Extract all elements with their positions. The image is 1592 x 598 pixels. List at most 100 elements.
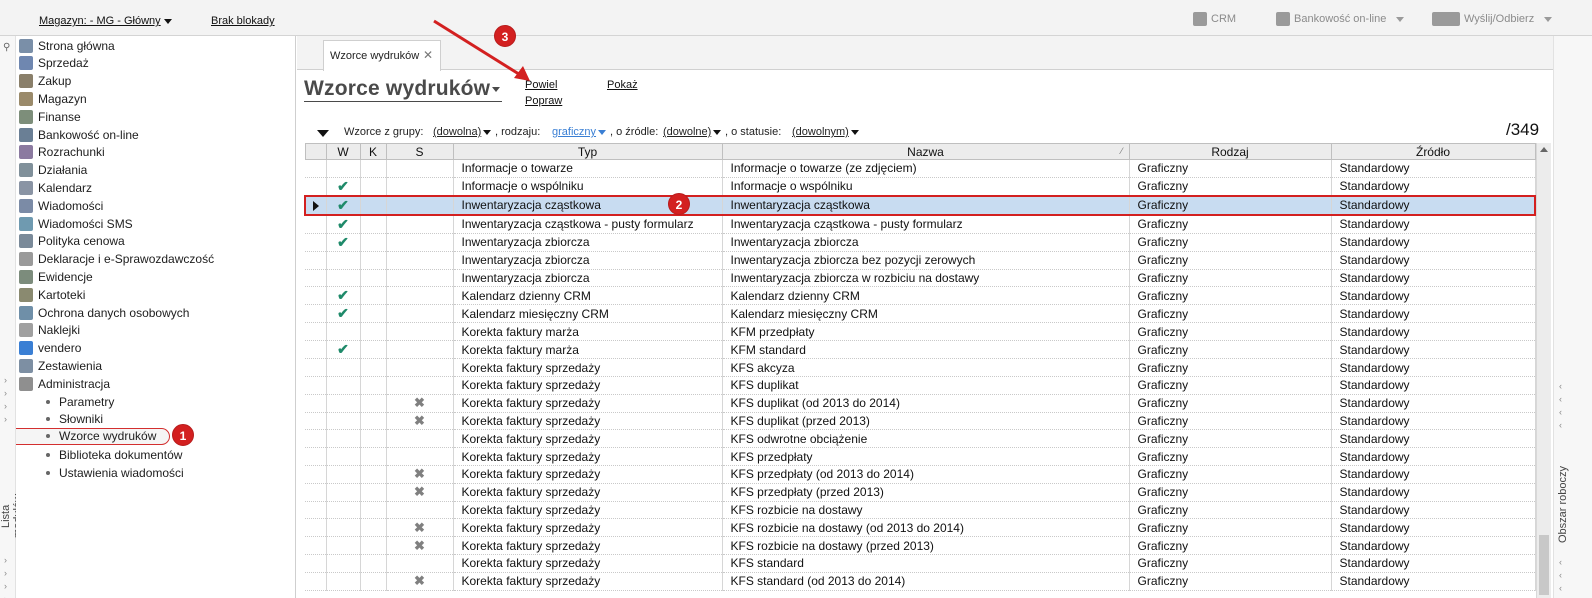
cell-s[interactable] [386, 501, 454, 520]
cell-rodzaj[interactable]: Graficzny [1129, 376, 1332, 395]
cell-typ[interactable]: Korekta faktury marża [453, 322, 723, 342]
sidebar-module-item[interactable]: Administracja [19, 375, 110, 392]
sidebar-module-item[interactable]: Naklejki [19, 322, 80, 339]
sidebar-item-print-templates[interactable]: Wzorce wydruków [16, 427, 170, 445]
cell-zrodlo[interactable]: Standardowy [1331, 358, 1536, 377]
table-row[interactable]: Korekta faktury sprzedaży KFS akcyza Grafi… [305, 358, 1536, 377]
expand-arrows[interactable]: ›››› [4, 374, 7, 426]
banking-button[interactable]: Bankowość on-line [1276, 12, 1405, 26]
cell-w[interactable] [326, 358, 361, 377]
column-header-nazwa[interactable]: Nazwa ⁄ [721, 143, 1130, 160]
cell-typ[interactable]: Korekta faktury sprzedaży [453, 358, 723, 377]
cell-k[interactable] [360, 177, 387, 197]
table-row[interactable]: ✖ Korekta faktury sprzedaży KFS standard (… [305, 572, 1536, 591]
table-row[interactable]: Korekta faktury sprzedaży KFS rozbicie na… [305, 501, 1536, 520]
cell-k[interactable] [360, 483, 387, 502]
crm-button[interactable]: CRM [1193, 12, 1236, 26]
table-row[interactable]: Korekta faktury sprzedaży KFS duplikat Gra… [305, 376, 1536, 395]
sidebar-sub-item[interactable]: Słowniki [46, 411, 103, 428]
cell-k[interactable] [360, 233, 387, 252]
sidebar-module-item[interactable]: Bankowość on-line [19, 126, 139, 143]
cell-k[interactable] [360, 412, 387, 431]
cell-k[interactable] [360, 394, 387, 413]
table-row[interactable]: ✔ Korekta faktury marża KFM standard Grafic… [305, 340, 1536, 360]
cell-k[interactable] [360, 554, 387, 573]
cell-nazwa[interactable]: KFS rozbicie na dostawy (przed 2013) [722, 536, 1130, 555]
cell-rodzaj[interactable]: Graficzny [1129, 358, 1332, 377]
cell-s[interactable] [386, 358, 454, 377]
sidebar-module-item[interactable]: Polityka cenowa [19, 233, 125, 250]
cell-w[interactable] [326, 322, 361, 342]
sidebar-module-item[interactable]: Strona główna [19, 37, 115, 54]
cell-typ[interactable]: Inwentaryzacja zbiorcza [453, 233, 723, 252]
show-button[interactable]: Pokaż [607, 79, 638, 91]
cell-w[interactable]: ✔ [326, 214, 361, 234]
cell-k[interactable] [360, 376, 387, 395]
cell-rodzaj[interactable]: Graficzny [1129, 518, 1332, 538]
table-row[interactable]: ✔ Kalendarz dzienny CRM Kalendarz dzienny … [305, 286, 1536, 306]
cell-typ[interactable]: Korekta faktury sprzedaży [453, 483, 723, 502]
cell-w[interactable] [326, 465, 361, 484]
cell-w[interactable] [326, 518, 361, 538]
cell-s[interactable]: ✖ [386, 394, 454, 413]
cell-s[interactable]: ✖ [386, 536, 454, 555]
cell-rodzaj[interactable]: Graficzny [1129, 269, 1332, 288]
cell-zrodlo[interactable]: Standardowy [1331, 518, 1536, 538]
sidebar-module-item[interactable]: Zakup [19, 73, 71, 90]
cell-k[interactable] [360, 340, 387, 360]
group-filter-dropdown[interactable]: (dowolna) [433, 126, 492, 138]
cell-typ[interactable]: Inwentaryzacja zbiorcza [453, 251, 723, 270]
cell-s[interactable]: ✖ [386, 465, 454, 484]
cell-nazwa[interactable]: Kalendarz dzienny CRM [722, 286, 1130, 306]
cell-zrodlo[interactable]: Standardowy [1331, 447, 1536, 466]
cell-nazwa[interactable]: Inwentaryzacja zbiorcza [722, 233, 1130, 252]
cell-w[interactable] [326, 447, 361, 466]
cell-zrodlo[interactable]: Standardowy [1331, 322, 1536, 342]
cell-w[interactable] [326, 412, 361, 431]
cell-zrodlo[interactable]: Standardowy [1331, 465, 1536, 484]
sidebar-module-item[interactable]: Finanse [19, 108, 81, 125]
cell-w[interactable] [326, 429, 361, 449]
cell-nazwa[interactable]: Informacje o towarze (ze zdjęciem) [722, 159, 1130, 178]
sidebar-module-item[interactable]: Wiadomości [19, 197, 103, 214]
cell-typ[interactable]: Korekta faktury sprzedaży [453, 536, 723, 555]
cell-rodzaj[interactable]: Graficzny [1129, 501, 1332, 520]
cell-w[interactable] [326, 159, 361, 178]
cell-w[interactable] [326, 483, 361, 502]
table-row[interactable]: Inwentaryzacja zbiorcza Inwentaryzacja zb… [305, 251, 1536, 270]
status-filter-dropdown[interactable]: (dowolnym) [792, 126, 859, 138]
column-header-k[interactable]: K [359, 143, 387, 160]
cell-nazwa[interactable]: KFS przedpłaty [722, 447, 1130, 466]
table-row-selected[interactable]: ✔ Inwentaryzacja cząstkowa Inwentaryzacja … [304, 194, 1536, 216]
sidebar-module-item[interactable]: Sprzedaż [19, 55, 89, 72]
table-row[interactable]: Korekta faktury marża KFM przedpłaty Grafi… [305, 322, 1536, 342]
cell-zrodlo[interactable]: Standardowy [1331, 251, 1536, 270]
cell-k[interactable] [360, 194, 387, 216]
cell-s[interactable] [386, 159, 454, 178]
sidebar-module-item[interactable]: Ewidencje [19, 268, 93, 285]
cell-nazwa[interactable]: Inwentaryzacja cząstkowa [722, 194, 1130, 216]
cell-zrodlo[interactable]: Standardowy [1331, 536, 1536, 555]
cell-zrodlo[interactable]: Standardowy [1331, 159, 1536, 178]
close-icon[interactable]: ✕ [423, 48, 433, 62]
cell-k[interactable] [360, 501, 387, 520]
cell-w[interactable] [326, 501, 361, 520]
lock-status-link[interactable]: Brak blokady [211, 15, 275, 27]
cell-k[interactable] [360, 429, 387, 449]
column-header-rodzaj[interactable]: Rodzaj [1128, 143, 1332, 160]
sidebar-module-item[interactable]: vendero [19, 340, 81, 357]
sidebar-sub-item[interactable]: Parametry [46, 393, 114, 410]
table-row[interactable]: ✔ Kalendarz miesięczny CRM Kalendarz miesi… [305, 304, 1536, 324]
cell-k[interactable] [360, 358, 387, 377]
cell-nazwa[interactable]: KFS rozbicie na dostawy [722, 501, 1130, 520]
cell-nazwa[interactable]: KFS przedpłaty (przed 2013) [722, 483, 1130, 502]
table-row[interactable]: Korekta faktury sprzedaży KFS standard Gra… [305, 554, 1536, 573]
sidebar-module-item[interactable]: Kalendarz [19, 179, 92, 196]
cell-nazwa[interactable]: Inwentaryzacja zbiorcza bez pozycji zero… [722, 251, 1130, 270]
cell-typ[interactable]: Korekta faktury sprzedaży [453, 376, 723, 395]
cell-typ[interactable]: Inwentaryzacja cząstkowa - pusty formula… [453, 214, 723, 234]
cell-s[interactable] [386, 340, 454, 360]
cell-w[interactable] [326, 251, 361, 270]
tab-print-templates[interactable]: Wzorce wydruków ✕ [323, 40, 441, 71]
cell-rodzaj[interactable]: Graficzny [1129, 394, 1332, 413]
